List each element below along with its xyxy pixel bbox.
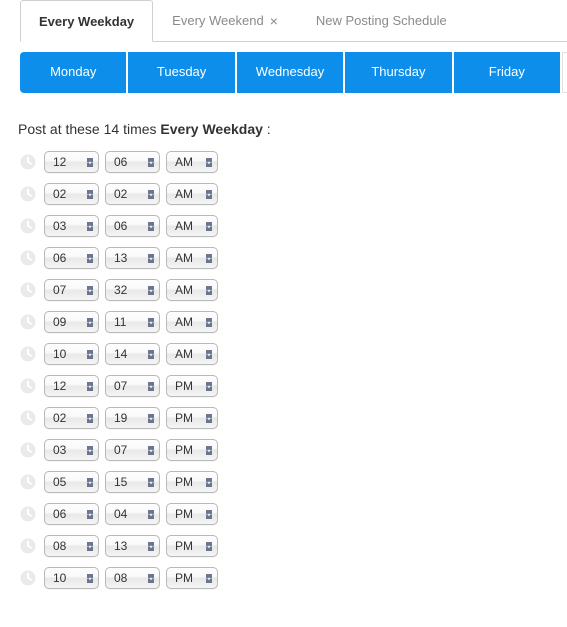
ampm-select[interactable]: PM [166, 375, 218, 397]
hour-select[interactable]: 12 [44, 151, 99, 173]
clock-icon [18, 312, 38, 332]
day-button-monday[interactable]: Monday [20, 52, 126, 93]
heading-suffix: : [263, 121, 271, 137]
clock-icon [18, 408, 38, 428]
clock-icon [18, 152, 38, 172]
time-row: 06 04 PM [18, 503, 567, 525]
minute-select[interactable]: 06 [105, 215, 160, 237]
day-button-wednesday[interactable]: Wednesday [237, 52, 343, 93]
tab-new-posting-schedule[interactable]: New Posting Schedule [297, 0, 466, 41]
minute-select[interactable]: 07 [105, 375, 160, 397]
heading-mid: times [119, 121, 160, 137]
clock-icon [18, 440, 38, 460]
time-row: 09 11 AM [18, 311, 567, 333]
close-icon[interactable]: × [270, 14, 278, 28]
ampm-select[interactable]: PM [166, 439, 218, 461]
hour-select[interactable]: 05 [44, 471, 99, 493]
tab-every-weekday[interactable]: Every Weekday [20, 0, 153, 42]
ampm-select[interactable]: PM [166, 503, 218, 525]
time-row: 12 06 AM [18, 151, 567, 173]
ampm-select[interactable]: AM [166, 247, 218, 269]
posting-schedule-panel: Every Weekday Every Weekend × New Posting S… [0, 0, 567, 589]
clock-icon [18, 472, 38, 492]
time-row: 02 02 AM [18, 183, 567, 205]
day-button-friday[interactable]: Friday [454, 52, 560, 93]
ampm-select[interactable]: AM [166, 279, 218, 301]
day-button-thursday[interactable]: Thursday [345, 52, 451, 93]
time-row: 02 19 PM [18, 407, 567, 429]
hour-select[interactable]: 02 [44, 407, 99, 429]
ampm-select[interactable]: AM [166, 215, 218, 237]
hour-select[interactable]: 02 [44, 183, 99, 205]
time-row: 10 14 AM [18, 343, 567, 365]
time-row: 06 13 AM [18, 247, 567, 269]
hour-select[interactable]: 03 [44, 215, 99, 237]
clock-icon [18, 568, 38, 588]
ampm-select[interactable]: PM [166, 407, 218, 429]
minute-select[interactable]: 13 [105, 247, 160, 269]
time-row: 12 07 PM [18, 375, 567, 397]
tab-label: Every Weekend [172, 13, 264, 28]
ampm-select[interactable]: PM [166, 567, 218, 589]
clock-icon [18, 248, 38, 268]
clock-icon [18, 184, 38, 204]
hour-select[interactable]: 12 [44, 375, 99, 397]
schedule-heading: Post at these 14 times Every Weekday : [18, 121, 567, 137]
heading-count: 14 [104, 121, 120, 137]
hour-select[interactable]: 06 [44, 247, 99, 269]
hour-select[interactable]: 06 [44, 503, 99, 525]
hour-select[interactable]: 09 [44, 311, 99, 333]
minute-select[interactable]: 07 [105, 439, 160, 461]
minute-select[interactable]: 13 [105, 535, 160, 557]
ampm-select[interactable]: AM [166, 151, 218, 173]
tab-every-weekend[interactable]: Every Weekend × [153, 0, 297, 41]
schedule-tabs: Every Weekday Every Weekend × New Posting S… [20, 0, 567, 42]
days-more-button[interactable] [562, 52, 567, 93]
minute-select[interactable]: 04 [105, 503, 160, 525]
ampm-select[interactable]: AM [166, 183, 218, 205]
clock-icon [18, 344, 38, 364]
time-rows: 12 06 AM 02 02 AM 03 06 AM 06 13 AM 07 32 AM 09 11 AM 10 14… [0, 151, 567, 589]
hour-select[interactable]: 07 [44, 279, 99, 301]
hour-select[interactable]: 10 [44, 567, 99, 589]
minute-select[interactable]: 11 [105, 311, 160, 333]
time-row: 05 15 PM [18, 471, 567, 493]
ampm-select[interactable]: PM [166, 535, 218, 557]
minute-select[interactable]: 32 [105, 279, 160, 301]
hour-select[interactable]: 10 [44, 343, 99, 365]
hour-select[interactable]: 08 [44, 535, 99, 557]
clock-icon [18, 536, 38, 556]
time-row: 08 13 PM [18, 535, 567, 557]
minute-select[interactable]: 02 [105, 183, 160, 205]
ampm-select[interactable]: AM [166, 311, 218, 333]
tab-label: Every Weekday [39, 14, 134, 29]
day-button-tuesday[interactable]: Tuesday [128, 52, 234, 93]
clock-icon [18, 280, 38, 300]
minute-select[interactable]: 19 [105, 407, 160, 429]
time-row: 10 08 PM [18, 567, 567, 589]
minute-select[interactable]: 06 [105, 151, 160, 173]
clock-icon [18, 504, 38, 524]
tab-label: New Posting Schedule [316, 13, 447, 28]
heading-prefix: Post at these [18, 121, 104, 137]
minute-select[interactable]: 14 [105, 343, 160, 365]
clock-icon [18, 376, 38, 396]
time-row: 03 06 AM [18, 215, 567, 237]
minute-select[interactable]: 08 [105, 567, 160, 589]
day-selector: MondayTuesdayWednesdayThursdayFriday [20, 52, 567, 93]
clock-icon [18, 216, 38, 236]
hour-select[interactable]: 03 [44, 439, 99, 461]
time-row: 07 32 AM [18, 279, 567, 301]
time-row: 03 07 PM [18, 439, 567, 461]
heading-schedule-name: Every Weekday [160, 121, 262, 137]
ampm-select[interactable]: AM [166, 343, 218, 365]
minute-select[interactable]: 15 [105, 471, 160, 493]
ampm-select[interactable]: PM [166, 471, 218, 493]
